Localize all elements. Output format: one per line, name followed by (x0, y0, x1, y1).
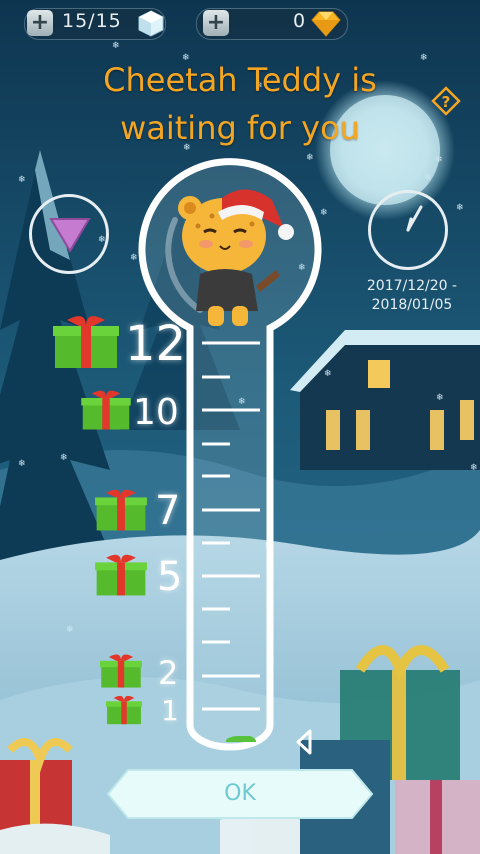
event-start-date: 2017/12/20 - (366, 278, 458, 294)
event-date-range: 2017/12/20 - 2018/01/05 (352, 277, 472, 315)
question-diamond-icon[interactable]: ? (431, 86, 461, 116)
svg-text:❄: ❄ (424, 173, 432, 183)
title-line-2: waiting for you (120, 109, 360, 147)
svg-text:❄: ❄ (18, 459, 26, 469)
gift-box-icon[interactable] (100, 653, 142, 689)
gold-gem-icon (311, 11, 341, 37)
gift-box-icon[interactable] (95, 488, 147, 532)
gift-box-icon[interactable] (95, 553, 147, 597)
add-energy-button[interactable]: + (27, 10, 53, 36)
pink-triangle-icon (49, 218, 91, 253)
svg-text:❄: ❄ (435, 155, 443, 165)
svg-text:❄: ❄ (436, 393, 444, 403)
tier-label: 2 (158, 654, 179, 692)
svg-text:❄: ❄ (456, 203, 464, 213)
event-end-date: 2018/01/05 (371, 297, 453, 313)
svg-text:❄: ❄ (60, 453, 68, 463)
triangle-pointer-icon (296, 729, 312, 755)
gift-box-icon[interactable] (53, 314, 119, 370)
svg-text:❄: ❄ (112, 41, 120, 51)
tier-label: 7 (155, 488, 181, 534)
clock-icon (406, 205, 423, 232)
svg-text:❄: ❄ (18, 175, 26, 185)
svg-text:?: ? (442, 93, 451, 111)
tier-label: 1 (161, 694, 179, 727)
svg-text:❄: ❄ (66, 625, 74, 635)
tier-label: 10 (133, 392, 179, 433)
event-title: Cheetah Teddy is waiting for you (40, 60, 440, 148)
tier-label: 12 (125, 316, 187, 372)
add-gems-button[interactable]: + (203, 10, 229, 36)
ice-cube-icon (138, 10, 164, 37)
cheetah-teddy-character (178, 189, 294, 326)
gift-box-icon[interactable] (80, 389, 132, 431)
gems-count: 0 (293, 10, 307, 32)
ok-button[interactable]: OK (106, 768, 374, 820)
title-line-1: Cheetah Teddy is (103, 61, 377, 99)
timer-button[interactable] (368, 190, 448, 270)
tier-label: 5 (157, 554, 183, 600)
svg-text:❄: ❄ (470, 463, 478, 473)
gift-box-icon[interactable] (106, 694, 142, 726)
energy-count: 15/15 (62, 10, 122, 32)
ok-button-label: OK (224, 781, 256, 806)
rank-button[interactable] (29, 194, 109, 274)
